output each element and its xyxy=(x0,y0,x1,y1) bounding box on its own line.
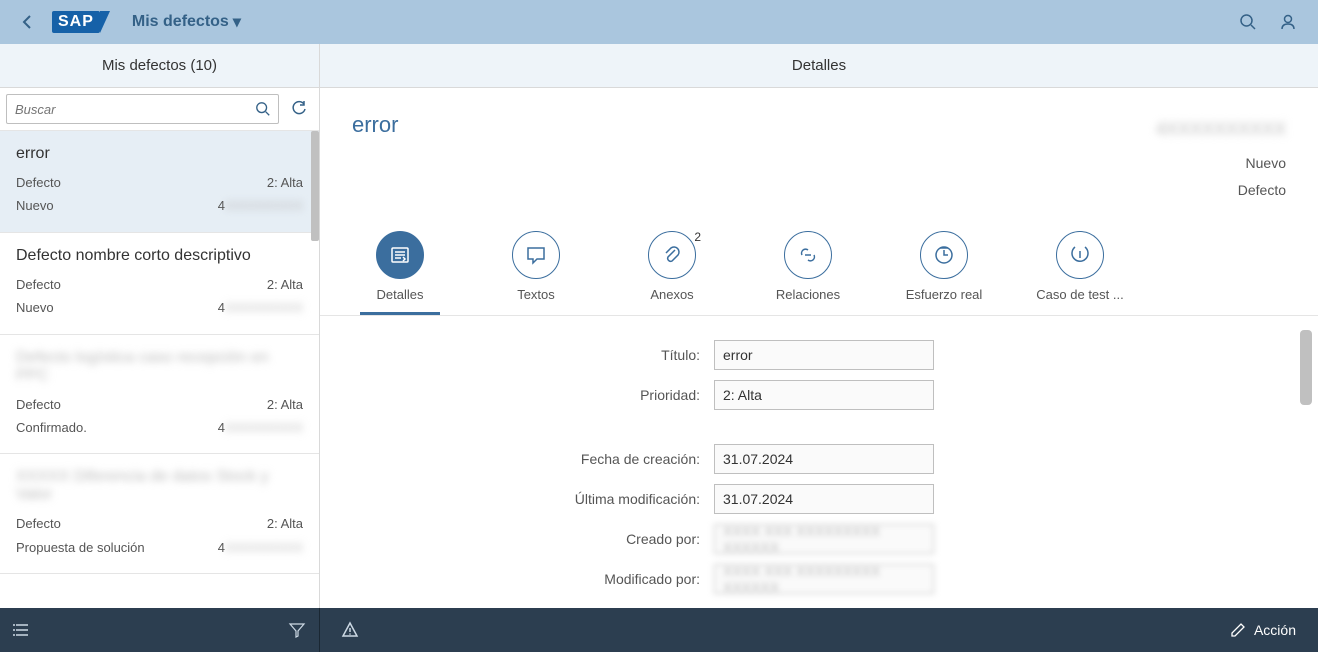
refresh-button[interactable] xyxy=(285,95,313,123)
tab-detalles[interactable]: Detalles xyxy=(360,231,440,315)
modificado-por-field: XXXX XXX XXXXXXXXX XXXXXX xyxy=(714,564,934,594)
item-title: Defecto nombre corto descriptivo xyxy=(16,247,303,265)
anexos-icon: 2 xyxy=(648,231,696,279)
list-mode-button[interactable] xyxy=(0,608,44,652)
object-status: Nuevo xyxy=(1156,150,1286,177)
list-item[interactable]: Defecto nombre corto descriptivo Defecto 2… xyxy=(0,233,319,335)
titulo-field[interactable]: error xyxy=(714,340,934,370)
search-field-wrapper xyxy=(6,94,279,124)
textos-icon xyxy=(512,231,560,279)
item-id: 4XXXXXXXXX xyxy=(218,296,303,319)
tab-badge: 2 xyxy=(694,230,701,244)
search-icon[interactable] xyxy=(248,101,278,117)
relaciones-icon xyxy=(784,231,832,279)
titulo-label: Título xyxy=(360,347,700,363)
item-type: Defecto xyxy=(16,273,61,296)
tab-textos[interactable]: Textos xyxy=(496,231,576,315)
edit-action-button[interactable]: Acción xyxy=(1216,622,1310,638)
pencil-icon xyxy=(1230,622,1246,638)
item-status: Nuevo xyxy=(16,296,54,319)
detalles-icon xyxy=(376,231,424,279)
fecha-creacion-label: Fecha de creación xyxy=(360,451,700,467)
shell-header: SAP Mis defectos ▾ xyxy=(0,0,1318,44)
tab-label: Esfuerzo real xyxy=(906,287,983,302)
prioridad-label: Prioridad xyxy=(360,387,700,403)
tab-label: Detalles xyxy=(377,287,424,302)
tab-anexos[interactable]: 2 Anexos xyxy=(632,231,712,315)
item-title: Defecto logística caso recepción en PPC xyxy=(16,349,303,385)
modificado-por-label: Modificado por xyxy=(360,571,700,587)
esfuerzo-icon xyxy=(920,231,968,279)
item-id: 4XXXXXXXXX xyxy=(218,416,303,439)
list-item[interactable]: XXXXX Diferencia de datos Stock y Valor D… xyxy=(0,454,319,574)
item-status: Propuesta de solución xyxy=(16,536,145,559)
filter-button[interactable] xyxy=(275,608,319,652)
chevron-down-icon: ▾ xyxy=(233,12,241,32)
back-button[interactable] xyxy=(12,6,44,38)
tab-label: Caso de test ... xyxy=(1036,287,1123,302)
sap-logo: SAP xyxy=(52,11,100,33)
detail-body: error 4XXXXXXXXXX Nuevo Defecto Detalles… xyxy=(320,88,1318,608)
object-id: 4XXXXXXXXXX xyxy=(1156,112,1286,146)
tab-label: Relaciones xyxy=(776,287,840,302)
item-priority: 2: Alta xyxy=(267,171,303,194)
detail-header-title: Detalles xyxy=(320,44,1318,88)
item-type: Defecto xyxy=(16,171,61,194)
fecha-creacion-field: 31.07.2024 xyxy=(714,444,934,474)
footer-toolbar: Acción xyxy=(0,608,1318,652)
caso-icon xyxy=(1056,231,1104,279)
ultima-modificacion-label: Última modificación xyxy=(360,491,700,507)
item-type: Defecto xyxy=(16,393,61,416)
search-button[interactable] xyxy=(1230,4,1266,40)
tab-label: Textos xyxy=(517,287,555,302)
icon-tab-bar: Detalles Textos 2 Anexos Relaciones Esfuerzo … xyxy=(320,227,1318,316)
object-title: error xyxy=(352,112,398,203)
item-title: XXXXX Diferencia de datos Stock y Valor xyxy=(16,468,303,504)
item-title: error xyxy=(16,145,303,163)
action-label: Acción xyxy=(1254,622,1296,638)
item-priority: 2: Alta xyxy=(267,512,303,535)
object-type: Defecto xyxy=(1156,177,1286,204)
prioridad-field[interactable]: 2: Alta xyxy=(714,380,934,410)
master-list-panel: Mis defectos (10) error Defecto 2: Alta Nue… xyxy=(0,44,320,608)
item-type: Defecto xyxy=(16,512,61,535)
item-status: Nuevo xyxy=(16,194,54,217)
item-priority: 2: Alta xyxy=(267,273,303,296)
nav-title-dropdown[interactable]: Mis defectos ▾ xyxy=(132,12,241,32)
master-header: Mis defectos (10) xyxy=(0,44,319,88)
search-input[interactable] xyxy=(7,102,248,117)
tab-caso[interactable]: Caso de test ... xyxy=(1040,231,1120,315)
creado-por-label: Creado por xyxy=(360,531,700,547)
defect-list: errorDefecto2: AltaNuevo4XXXXXXXXXDefect… xyxy=(0,131,319,608)
messages-button[interactable] xyxy=(328,608,372,652)
tab-relaciones[interactable]: Relaciones xyxy=(768,231,848,315)
item-status: Confirmado. xyxy=(16,416,87,439)
detail-panel: Detalles error 4XXXXXXXXXX Nuevo Defecto… xyxy=(320,44,1318,608)
tab-esfuerzo[interactable]: Esfuerzo real xyxy=(904,231,984,315)
item-id: 4XXXXXXXXX xyxy=(218,536,303,559)
tab-label: Anexos xyxy=(650,287,693,302)
list-scrollbar[interactable] xyxy=(311,131,319,241)
ultima-modificacion-field: 31.07.2024 xyxy=(714,484,934,514)
detail-scrollbar[interactable] xyxy=(1300,330,1312,405)
user-button[interactable] xyxy=(1270,4,1306,40)
list-item[interactable]: error Defecto 2: Alta Nuevo 4XXXXXXXXX xyxy=(0,131,319,233)
item-id: 4XXXXXXXXX xyxy=(218,194,303,217)
creado-por-field: XXXX XXX XXXXXXXXX XXXXXX xyxy=(714,524,934,554)
nav-title-text: Mis defectos xyxy=(132,13,229,31)
details-form: Título error Prioridad 2: Alta Fecha de … xyxy=(320,316,1318,608)
item-priority: 2: Alta xyxy=(267,393,303,416)
list-item[interactable]: Defecto logística caso recepción en PPC D… xyxy=(0,335,319,455)
